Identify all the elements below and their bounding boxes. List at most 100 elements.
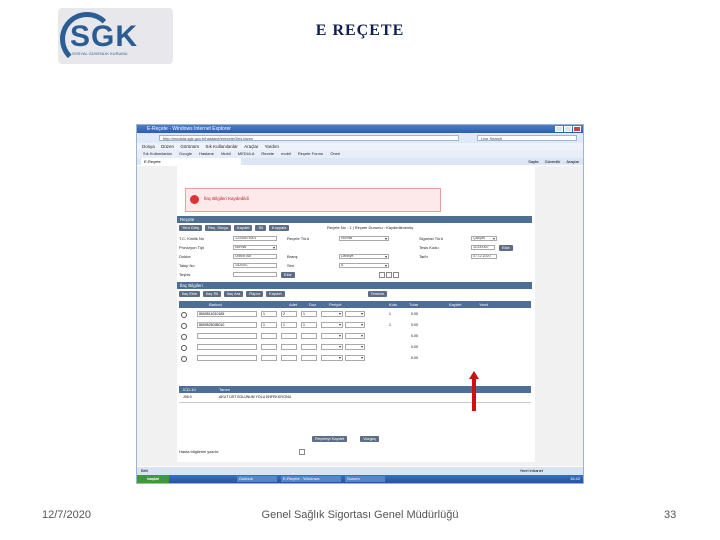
dose-input[interactable] xyxy=(281,355,297,361)
checkbox[interactable] xyxy=(386,271,393,278)
period-input[interactable] xyxy=(301,355,317,361)
insured-type-select[interactable]: Çalışan xyxy=(471,236,497,241)
save-button[interactable]: Kaydet xyxy=(234,225,253,231)
period-input[interactable]: 1 xyxy=(301,322,317,328)
command-security[interactable]: Güvenlik xyxy=(545,159,561,164)
address-input[interactable]: http://medula.sgk.gov.tr/hastane/erecete… xyxy=(159,135,459,141)
favorite-link[interactable]: Sık Kullanılanlar xyxy=(143,151,172,156)
field-label: Tesis Kodu xyxy=(419,245,439,250)
dose-input[interactable]: 1 xyxy=(281,322,297,328)
period-input[interactable]: 1 xyxy=(301,311,317,317)
checkbox[interactable] xyxy=(379,271,385,278)
favorite-link[interactable]: mobil xyxy=(281,151,291,156)
qty-input[interactable] xyxy=(261,333,277,339)
unit-select[interactable] xyxy=(321,311,343,317)
row-radio[interactable] xyxy=(181,334,187,340)
follow-no-input[interactable]: 1A2B3C xyxy=(233,263,277,268)
favorite-link[interactable]: Recete xyxy=(261,151,274,156)
form-row: T.C. Kimlik No 12345678901 Reçete Türü N… xyxy=(179,235,531,242)
new-entry-button[interactable]: Yeni Giriş xyxy=(179,225,202,231)
checkbox[interactable] xyxy=(393,271,400,278)
usage-select[interactable] xyxy=(345,355,365,361)
unit-select[interactable] xyxy=(321,344,343,350)
recete-type-select[interactable]: Normal xyxy=(339,236,389,241)
row-radio[interactable] xyxy=(181,345,187,351)
command-tools[interactable]: Araçlar xyxy=(566,159,579,164)
barcode-input[interactable] xyxy=(197,355,257,361)
qty-input[interactable] xyxy=(261,355,277,361)
taskbar-item[interactable]: E-Reçete - Windows xyxy=(281,476,341,482)
facility-code-input[interactable]: 11000000 xyxy=(471,245,495,250)
save-drugs-button[interactable]: Kaydet xyxy=(266,291,285,297)
usage-select[interactable] xyxy=(345,311,365,317)
print-option-checkbox[interactable] xyxy=(299,448,305,455)
menu-item[interactable]: Görünüm xyxy=(180,144,199,149)
favorite-link[interactable]: Google xyxy=(179,151,192,156)
period-input[interactable] xyxy=(301,344,317,350)
row-radio[interactable] xyxy=(181,356,187,362)
favorite-link[interactable]: Öneri xyxy=(330,151,340,156)
close-button[interactable] xyxy=(573,126,581,132)
date-input[interactable]: 07.12.2020 xyxy=(471,254,497,259)
barcode-input[interactable] xyxy=(197,333,257,339)
menu-item[interactable]: Araçlar xyxy=(244,144,258,149)
minimize-button[interactable] xyxy=(555,126,563,132)
menu-item[interactable]: Düzen xyxy=(161,144,174,149)
favorite-link[interactable]: Hastane xyxy=(199,151,214,156)
qty-input[interactable]: 1 xyxy=(261,311,277,317)
tab-erecete[interactable]: E-Reçete xyxy=(141,158,241,165)
add-drug-button[interactable]: İlaç Ekle xyxy=(179,291,201,297)
barcode-input[interactable] xyxy=(197,344,257,350)
copy-button[interactable]: Kopyala xyxy=(268,225,290,231)
remove-drug-button[interactable]: İlaç Sil xyxy=(203,291,221,297)
provision-select[interactable]: Normal xyxy=(233,245,277,250)
diagnosis-input[interactable] xyxy=(233,272,277,277)
dose-input[interactable] xyxy=(281,344,297,350)
taskbar-item[interactable]: Sunum xyxy=(345,476,385,482)
menu-item[interactable]: Dosya xyxy=(142,144,155,149)
tc-input[interactable]: 12345678901 xyxy=(233,236,277,241)
column-header: Tanım xyxy=(219,387,230,392)
report-button[interactable]: Rapor xyxy=(246,291,264,297)
window-title: E-Reçete - Windows Internet Explorer xyxy=(147,126,231,132)
barcode-input[interactable]: 8699525095010 xyxy=(197,322,257,328)
favorite-link[interactable]: Mobil xyxy=(221,151,231,156)
command-page[interactable]: Sayfa xyxy=(528,159,538,164)
favorite-link[interactable]: Reçete Formu xyxy=(298,151,323,156)
table-row: 0.00 xyxy=(179,342,531,352)
start-button[interactable]: başlat xyxy=(137,475,169,483)
menu-item[interactable]: Sık Kullanılanlar xyxy=(205,144,238,149)
barcode-input[interactable]: 8699514010185 xyxy=(197,311,257,317)
query-button[interactable]: Reç. Sorgu xyxy=(204,225,231,231)
window-titlebar: E-Reçete - Windows Internet Explorer xyxy=(137,125,583,133)
maximize-button[interactable] xyxy=(564,126,572,132)
favorite-link[interactable]: MEDULA xyxy=(238,151,254,156)
qty-input[interactable]: 1 xyxy=(261,322,277,328)
search-input[interactable]: Live Search xyxy=(477,135,577,141)
clear-button[interactable]: Temizle xyxy=(367,291,388,297)
usage-select[interactable] xyxy=(345,344,365,350)
search-facility-button[interactable]: Ekle xyxy=(499,245,513,251)
row-radio[interactable] xyxy=(181,312,187,318)
menu-item[interactable]: Yardım xyxy=(265,144,279,149)
usage-select[interactable] xyxy=(345,322,365,328)
cancel-button[interactable]: Vazgeç xyxy=(360,436,380,442)
series-select[interactable]: A xyxy=(339,263,389,268)
unit-select[interactable] xyxy=(321,322,343,328)
dose-input[interactable] xyxy=(281,333,297,339)
unit-select[interactable] xyxy=(321,355,343,361)
delete-button[interactable]: Sil xyxy=(255,225,266,231)
submit-recete-button[interactable]: Reçeteyi Kaydet xyxy=(312,436,348,442)
alert-text: İlaç Bilgileri Kaydedildi xyxy=(204,196,249,201)
qty-input[interactable] xyxy=(261,344,277,350)
dose-input[interactable]: 2 xyxy=(281,311,297,317)
taskbar-item[interactable]: Outlook xyxy=(237,476,277,482)
period-input[interactable] xyxy=(301,333,317,339)
row-radio[interactable] xyxy=(181,323,187,329)
doctor-input[interactable]: Doktor Adı xyxy=(233,254,277,259)
add-diagnosis-button[interactable]: Ekle xyxy=(281,272,295,278)
branch-select[interactable]: Dahiliye xyxy=(339,254,389,259)
usage-select[interactable] xyxy=(345,333,365,339)
find-drug-button[interactable]: İlaç Ara xyxy=(223,291,244,297)
unit-select[interactable] xyxy=(321,333,343,339)
